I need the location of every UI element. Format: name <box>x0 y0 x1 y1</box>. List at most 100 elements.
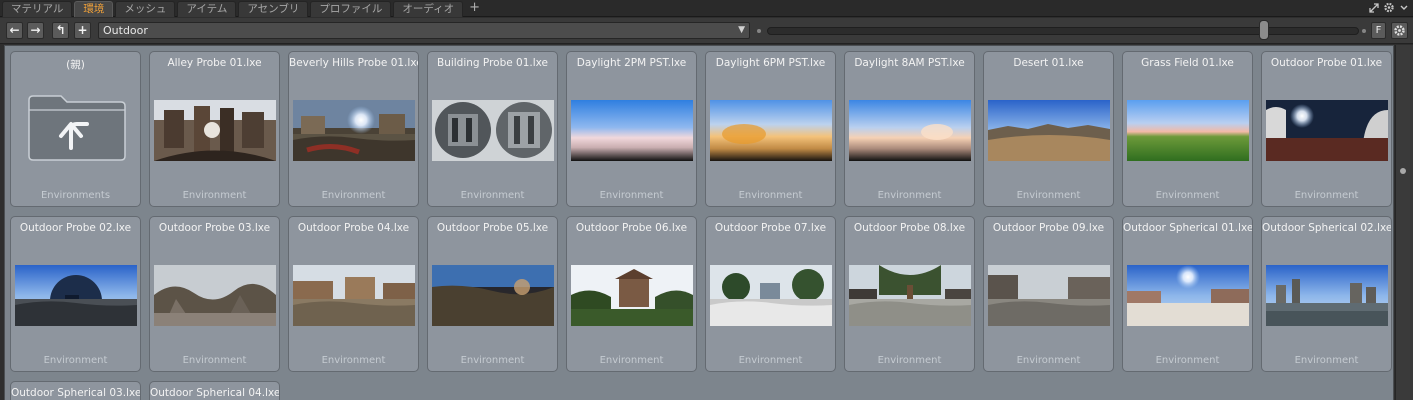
chevron-down-icon: ▼ <box>738 25 745 35</box>
browser-toolbar: ← → ↰ + Outdoor ▼ F <box>0 18 1413 44</box>
preset-type: Environment <box>877 355 942 366</box>
dropdown-icon[interactable] <box>1398 1 1410 14</box>
thumbnail-image <box>1127 100 1249 161</box>
preset-type: Environment <box>738 190 803 201</box>
thumbnail-image <box>849 100 971 161</box>
add-tab-button[interactable]: + <box>465 1 484 17</box>
thumbnail-image <box>293 100 415 161</box>
favorites-button[interactable]: F <box>1371 22 1386 39</box>
preset-name: Daylight 8AM PST.lxe <box>854 57 965 69</box>
preset-type: Environment <box>1294 355 1359 366</box>
preset-name: Outdoor Spherical 01.lxe <box>1123 222 1252 234</box>
gear-icon <box>1394 25 1405 36</box>
preset-type: Environment <box>877 190 942 201</box>
preset-grid: (親) Environments Alley Probe 01.lxe Envir… <box>4 45 1394 400</box>
thumbnail-image <box>1127 265 1249 326</box>
preset-card[interactable]: Outdoor Probe 06.lxe Environment <box>566 216 697 372</box>
preset-type: Environment <box>1016 190 1081 201</box>
preset-card[interactable]: Desert 01.lxe Environment <box>983 51 1114 207</box>
vertical-scrollbar[interactable] <box>1395 45 1413 400</box>
thumbnail-image <box>432 265 554 326</box>
preset-card[interactable]: Outdoor Probe 07.lxe Environment <box>705 216 836 372</box>
zoom-max-icon[interactable] <box>1362 29 1366 33</box>
preset-name: (親) <box>66 59 85 71</box>
preset-card[interactable]: Outdoor Probe 08.lxe Environment <box>844 216 975 372</box>
preset-card[interactable]: Grass Field 01.lxe Environment <box>1122 51 1253 207</box>
tab-bar: マテリアル 環境 メッシュ アイテム アセンブリ プロファイル オーディオ + <box>0 0 1413 17</box>
zoom-min-icon[interactable] <box>757 29 761 33</box>
preset-name: Outdoor Probe 03.lxe <box>158 222 271 234</box>
thumbnail-image <box>15 265 137 326</box>
preset-card[interactable]: Alley Probe 01.lxe Environment <box>149 51 280 207</box>
preset-type: Environment <box>599 355 664 366</box>
tab-audio[interactable]: オーディオ <box>393 1 464 17</box>
preset-card[interactable]: Beverly Hills Probe 01.lxe Environment <box>288 51 419 207</box>
favorites-label: F <box>1375 25 1382 36</box>
preset-card[interactable]: Outdoor Probe 01.lxe Environment <box>1261 51 1392 207</box>
preset-name: Building Probe 01.lxe <box>436 57 549 69</box>
preset-card[interactable]: Outdoor Spherical 04.lxe <box>149 381 280 400</box>
tab-environment[interactable]: 環境 <box>74 1 114 17</box>
preset-type: Environment <box>321 190 386 201</box>
thumbnail-image <box>154 100 276 161</box>
tab-items[interactable]: アイテム <box>177 1 237 17</box>
preset-card[interactable]: Outdoor Spherical 02.lxe Environment <box>1261 216 1392 372</box>
thumbnail-image <box>571 265 693 326</box>
preset-name: Daylight 6PM PST.lxe <box>715 57 826 69</box>
preset-card[interactable]: Outdoor Spherical 01.lxe Environment <box>1122 216 1253 372</box>
preset-card[interactable]: Daylight 2PM PST.lxe Environment <box>566 51 697 207</box>
thumbnail-image <box>710 100 832 161</box>
settings-button[interactable] <box>1391 22 1408 39</box>
preset-type: Environment <box>738 355 803 366</box>
preset-card[interactable]: Outdoor Probe 02.lxe Environment <box>10 216 141 372</box>
zoom-slider-handle[interactable] <box>1259 20 1270 40</box>
scrollbar-grip[interactable] <box>1400 168 1406 174</box>
preset-type: Environment <box>599 190 664 201</box>
tab-mesh[interactable]: メッシュ <box>115 1 176 17</box>
preset-type: Environment <box>1294 190 1359 201</box>
path-value: Outdoor <box>103 24 148 37</box>
forward-arrow-icon: → <box>30 23 41 37</box>
preset-card[interactable]: Outdoor Probe 05.lxe Environment <box>427 216 558 372</box>
expand-icon[interactable] <box>1368 1 1380 14</box>
preset-card[interactable]: Outdoor Probe 04.lxe Environment <box>288 216 419 372</box>
path-dropdown[interactable]: Outdoor ▼ <box>98 22 750 39</box>
back-button[interactable]: ← <box>6 22 23 39</box>
preset-type: Environment <box>182 355 247 366</box>
preset-name: Grass Field 01.lxe <box>1141 57 1234 69</box>
preset-type: Environment <box>1155 190 1220 201</box>
tab-profiles[interactable]: プロファイル <box>310 1 392 17</box>
preset-browser: マテリアル 環境 メッシュ アイテム アセンブリ プロファイル オーディオ + … <box>0 0 1413 400</box>
preset-type: Environment <box>460 355 525 366</box>
up-folder-icon: ↰ <box>55 23 66 37</box>
preset-name: Outdoor Probe 07.lxe <box>714 222 827 234</box>
preset-name: Outdoor Probe 09.lxe <box>992 222 1105 234</box>
thumbnail-image <box>293 265 415 326</box>
preset-type: Environment <box>182 190 247 201</box>
add-button[interactable]: + <box>74 22 91 39</box>
up-folder-button[interactable]: ↰ <box>52 22 69 39</box>
tab-list: マテリアル 環境 メッシュ アイテム アセンブリ プロファイル オーディオ + <box>2 1 484 17</box>
back-arrow-icon: ← <box>9 23 20 37</box>
preset-card[interactable]: Outdoor Probe 03.lxe Environment <box>149 216 280 372</box>
tab-bar-icons <box>1368 1 1410 14</box>
preset-card[interactable]: Outdoor Spherical 03.lxe <box>10 381 141 400</box>
thumbnail-image <box>154 265 276 326</box>
folder-up-icon <box>28 95 126 161</box>
gear-icon[interactable] <box>1383 1 1395 14</box>
preset-type: Environments <box>40 190 111 201</box>
preset-card[interactable]: Outdoor Probe 09.lxe Environment <box>983 216 1114 372</box>
thumbnail-image <box>710 265 832 326</box>
preset-card[interactable]: Daylight 8AM PST.lxe Environment <box>844 51 975 207</box>
zoom-slider[interactable] <box>767 27 1359 35</box>
preset-card[interactable]: Daylight 6PM PST.lxe Environment <box>705 51 836 207</box>
tab-assemblies[interactable]: アセンブリ <box>238 1 309 17</box>
parent-folder-card[interactable]: (親) Environments <box>10 51 141 207</box>
preset-name: Desert 01.lxe <box>1013 57 1084 69</box>
forward-button[interactable]: → <box>27 22 44 39</box>
preset-card[interactable]: Building Probe 01.lxe Environment <box>427 51 558 207</box>
thumbnail-image <box>1266 265 1388 326</box>
tab-materials[interactable]: マテリアル <box>2 1 73 17</box>
preset-name: Outdoor Spherical 04.lxe <box>150 387 279 399</box>
add-icon: + <box>77 23 88 37</box>
